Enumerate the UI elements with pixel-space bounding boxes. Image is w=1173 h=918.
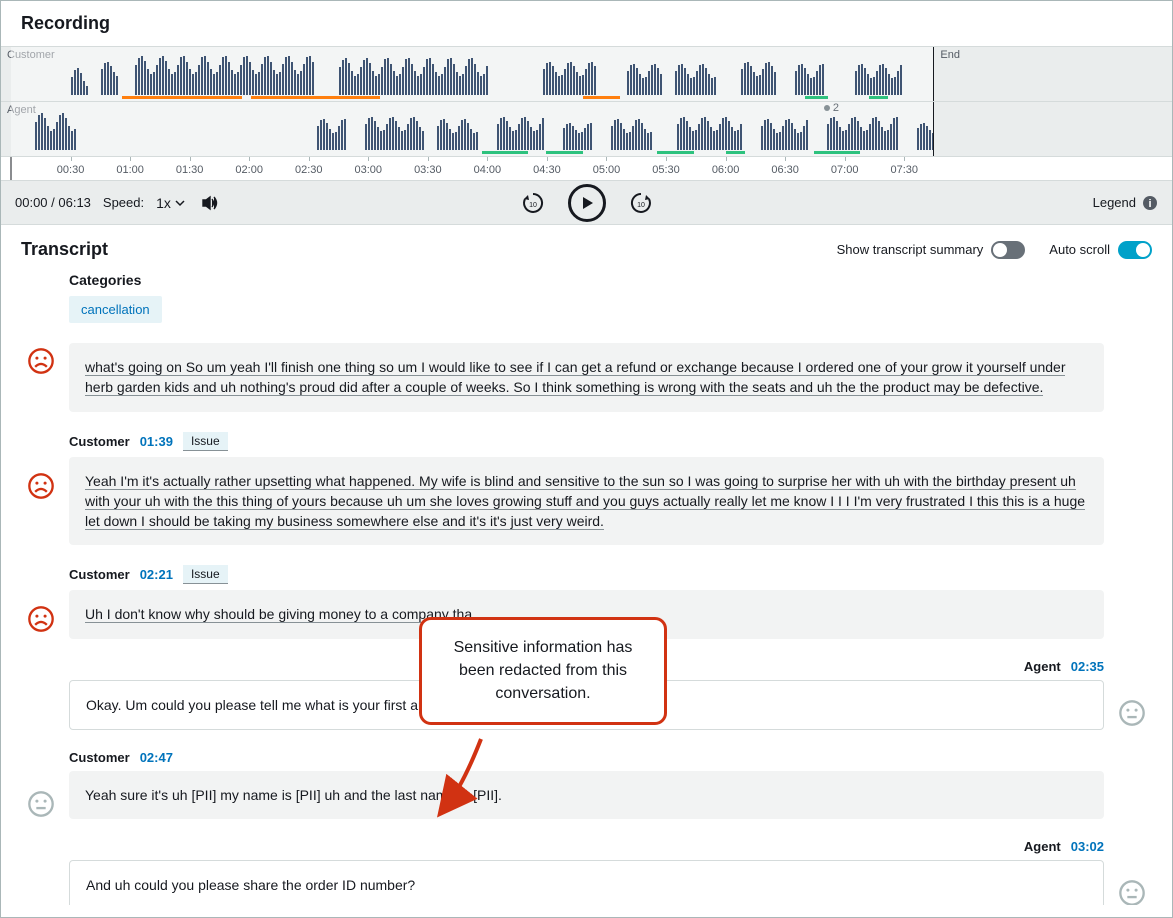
rewind-10-icon: 10 bbox=[521, 191, 545, 215]
end-label: End bbox=[940, 49, 960, 61]
transcript-message: Customer 02:47 Yeah sure it's uh [PII] my… bbox=[21, 750, 1152, 819]
time-axis: 00:3001:0001:3002:0002:3003:0003:3004:00… bbox=[1, 157, 1172, 181]
issue-tag: Issue bbox=[183, 565, 228, 584]
annotation-callout: Sensitive information has been redacted … bbox=[419, 617, 667, 725]
speaker-label: Agent bbox=[1024, 839, 1061, 854]
sentiment-icon bbox=[27, 790, 55, 818]
volume-icon bbox=[201, 194, 219, 212]
categories-heading: Categories bbox=[69, 272, 1152, 288]
timestamp[interactable]: 02:21 bbox=[140, 567, 173, 582]
message-bubble[interactable]: Yeah I'm it's actually rather upsetting … bbox=[69, 457, 1104, 546]
autoscroll-label: Auto scroll bbox=[1049, 242, 1110, 257]
time-display: 00:00 / 06:13 bbox=[15, 195, 91, 210]
player-controls: 00:00 / 06:13 Speed: 1x 10 10 Legend i bbox=[1, 181, 1172, 225]
summary-toggle-label: Show transcript summary bbox=[837, 242, 984, 257]
svg-text:10: 10 bbox=[637, 202, 645, 209]
forward-10-icon: 10 bbox=[629, 191, 653, 215]
summary-toggle[interactable] bbox=[991, 241, 1025, 259]
message-bubble[interactable]: Yeah sure it's uh [PII] my name is [PII]… bbox=[69, 771, 1104, 819]
play-button[interactable] bbox=[568, 184, 606, 222]
speaker-label: Customer bbox=[69, 434, 130, 449]
sentiment-icon bbox=[27, 347, 55, 375]
chevron-down-icon bbox=[175, 198, 185, 208]
transcript-message: Agent 03:02 And uh could you please share… bbox=[21, 839, 1152, 905]
svg-text:i: i bbox=[1148, 198, 1151, 210]
event-marker[interactable]: 2 bbox=[824, 102, 839, 114]
autoscroll-toggle[interactable] bbox=[1118, 241, 1152, 259]
timestamp[interactable]: 02:35 bbox=[1071, 659, 1104, 674]
speaker-label: Customer bbox=[69, 750, 130, 765]
timestamp[interactable]: 01:39 bbox=[140, 434, 173, 449]
customer-waveform-track[interactable]: Customer End bbox=[1, 47, 1172, 101]
legend-button[interactable]: Legend i bbox=[1093, 195, 1158, 211]
transcript-title: Transcript bbox=[21, 235, 108, 264]
forward-10-button[interactable]: 10 bbox=[628, 190, 654, 216]
transcript-message: what's going on So um yeah I'll finish o… bbox=[21, 343, 1152, 412]
sentiment-icon bbox=[27, 472, 55, 500]
agent-waveform-track[interactable]: Agent 2 bbox=[1, 102, 1172, 156]
volume-button[interactable] bbox=[197, 190, 223, 216]
waveform-panel: Customer End Agent 2 00: bbox=[1, 46, 1172, 181]
sentiment-icon bbox=[1118, 879, 1146, 905]
annotation-arrow bbox=[433, 735, 493, 825]
category-chip[interactable]: cancellation bbox=[69, 296, 162, 323]
issue-tag: Issue bbox=[183, 432, 228, 451]
info-icon: i bbox=[1142, 195, 1158, 211]
message-bubble[interactable]: And uh could you please share the order … bbox=[69, 860, 1104, 905]
play-icon bbox=[580, 196, 594, 210]
timestamp[interactable]: 02:47 bbox=[140, 750, 173, 765]
sentiment-icon bbox=[27, 605, 55, 633]
speaker-label: Customer bbox=[69, 567, 130, 582]
svg-text:10: 10 bbox=[529, 202, 537, 209]
speed-select[interactable]: 1x bbox=[156, 195, 185, 211]
timestamp[interactable]: 03:02 bbox=[1071, 839, 1104, 854]
message-bubble[interactable]: what's going on So um yeah I'll finish o… bbox=[69, 343, 1104, 412]
speaker-label: Agent bbox=[1024, 659, 1061, 674]
rewind-10-button[interactable]: 10 bbox=[520, 190, 546, 216]
transcript-message: Customer 01:39 Issue Yeah I'm it's actuall… bbox=[21, 432, 1152, 546]
recording-title: Recording bbox=[1, 1, 1172, 46]
speed-label: Speed: bbox=[103, 195, 144, 210]
sentiment-icon bbox=[1118, 699, 1146, 727]
